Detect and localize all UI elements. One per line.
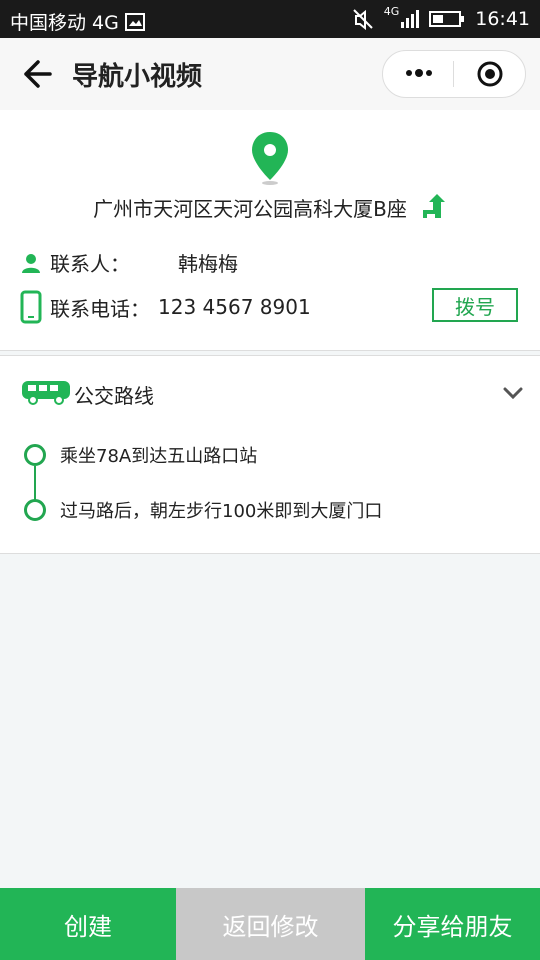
network-type: 4G bbox=[383, 5, 400, 18]
chevron-down-icon[interactable] bbox=[502, 386, 524, 400]
location-pin-icon bbox=[252, 132, 288, 185]
phone-icon bbox=[20, 290, 42, 324]
bus-route-card: 公交路线 乘坐78A到达五山路口站 过马路后，朝左步行100米即到大厦门口 bbox=[0, 355, 540, 554]
carrier-text: 中国移动 4G bbox=[10, 12, 119, 34]
battery-icon bbox=[429, 11, 465, 27]
image-icon bbox=[124, 12, 145, 31]
navigate-arrow-icon[interactable] bbox=[417, 192, 447, 222]
contact-phone-value: 123 4567 8901 bbox=[158, 295, 311, 319]
back-edit-button[interactable]: 返回修改 bbox=[176, 888, 365, 960]
step-text: 过马路后，朝左步行100米即到大厦门口 bbox=[60, 501, 383, 522]
share-button[interactable]: 分享给朋友 bbox=[365, 888, 540, 960]
route-title: 公交路线 bbox=[74, 384, 154, 408]
step-dot-icon bbox=[24, 444, 46, 466]
page-title: 导航小视频 bbox=[72, 62, 203, 92]
route-step: 过马路后，朝左步行100米即到大厦门口 bbox=[24, 497, 382, 523]
bottom-action-bar: 创建 返回修改 分享给朋友 bbox=[0, 888, 540, 960]
mute-icon bbox=[352, 9, 373, 30]
menu-capsule bbox=[382, 50, 526, 98]
location-card: 广州市天河区天河公园高科大厦B座 联系人： 韩梅梅 联系电话： 123 4567… bbox=[0, 110, 540, 351]
capsule-divider bbox=[453, 61, 454, 87]
time-text: 16:41 bbox=[475, 8, 530, 30]
contact-name-label: 联系人： bbox=[50, 252, 130, 276]
address-row: 广州市天河区天河公园高科大厦B座 bbox=[0, 192, 540, 222]
route-step: 乘坐78A到达五山路口站 bbox=[24, 442, 257, 468]
step-text: 乘坐78A到达五山路口站 bbox=[60, 446, 258, 467]
status-left: 中国移动 4G bbox=[10, 8, 145, 35]
contact-phone-label: 联系电话： bbox=[50, 296, 150, 321]
status-right: 4G 16:41 bbox=[352, 5, 530, 30]
step-dot-icon bbox=[24, 499, 46, 521]
dial-button[interactable]: 拨号 bbox=[432, 288, 518, 322]
status-bar: 中国移动 4G 4G 16:41 bbox=[0, 0, 540, 38]
create-button[interactable]: 创建 bbox=[0, 888, 176, 960]
navigation-bar: 导航小视频 bbox=[0, 38, 540, 110]
more-icon[interactable] bbox=[401, 59, 437, 87]
contact-name-value: 韩梅梅 bbox=[178, 252, 238, 276]
bus-icon bbox=[22, 381, 70, 405]
target-icon[interactable] bbox=[475, 59, 505, 89]
signal-icon: 4G bbox=[384, 5, 420, 28]
contact-phone-row: 联系电话： 123 4567 8901 bbox=[20, 290, 311, 324]
person-icon bbox=[22, 253, 40, 273]
contact-name-row: 联系人： 韩梅梅 bbox=[20, 248, 238, 277]
back-arrow-icon[interactable] bbox=[18, 58, 54, 90]
address-text: 广州市天河区天河公园高科大厦B座 bbox=[93, 196, 407, 221]
